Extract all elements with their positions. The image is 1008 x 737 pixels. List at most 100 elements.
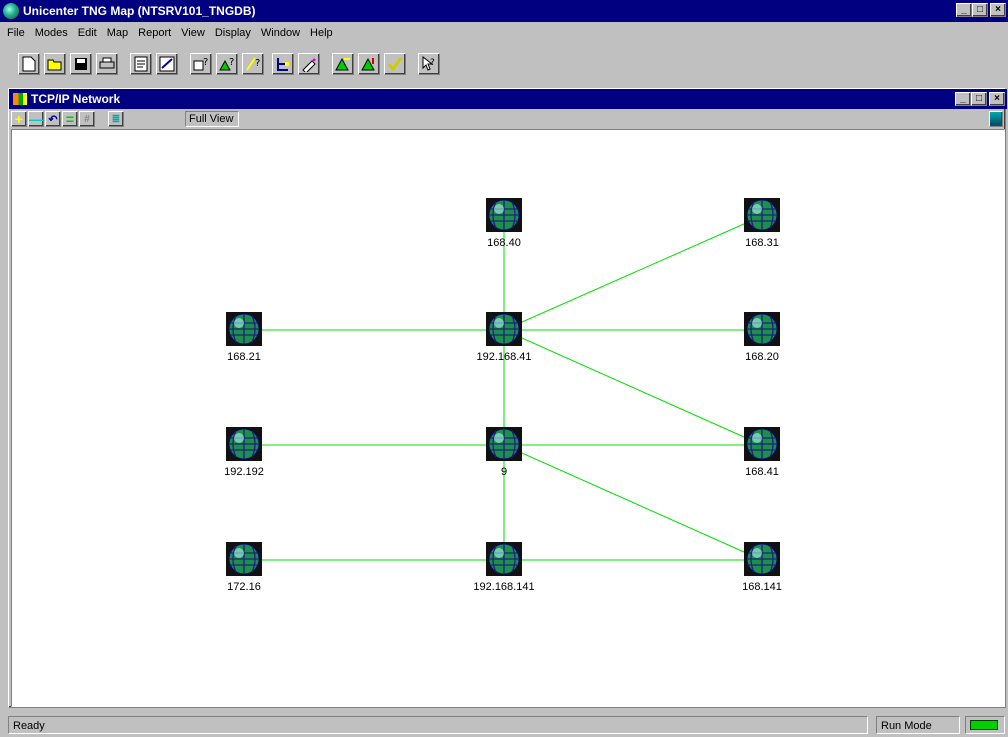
- network-node[interactable]: 168.20: [712, 312, 812, 363]
- network-node[interactable]: 192.168.41: [454, 312, 554, 363]
- query-class-icon: ?: [193, 57, 208, 71]
- network-node[interactable]: 168.21: [194, 312, 294, 363]
- status-bar: Ready Run Mode: [0, 714, 1008, 737]
- tree-icon: [277, 58, 289, 71]
- print-button[interactable]: [96, 53, 118, 75]
- globe-icon: [226, 312, 262, 346]
- zoom-in-icon: +: [14, 111, 24, 127]
- network-node[interactable]: 9: [454, 427, 554, 478]
- svg-text:?: ?: [203, 57, 208, 68]
- tcpip-network-window: TCP/IP Network _ □ × + — ↶ = # ≣ Full Vi…: [8, 88, 1007, 708]
- zoom-out-button[interactable]: —: [28, 111, 44, 127]
- check-button[interactable]: [384, 53, 406, 75]
- menu-help[interactable]: Help: [305, 23, 338, 43]
- network-window-icon: [13, 93, 27, 105]
- grid-button[interactable]: #: [79, 111, 95, 127]
- main-toolbar: ? ? ? ?: [0, 43, 1008, 121]
- child-maximize-button[interactable]: □: [971, 92, 987, 106]
- status-mode: Run Mode: [876, 716, 960, 734]
- network-node-label: 168.21: [227, 351, 261, 363]
- globe-icon: [486, 312, 522, 346]
- status-indicator: [965, 716, 1005, 734]
- query-status-icon: ?: [219, 57, 234, 71]
- equal-icon: =: [65, 111, 75, 127]
- new-button[interactable]: [18, 53, 40, 75]
- menu-map[interactable]: Map: [102, 23, 133, 43]
- network-node[interactable]: 172.16: [194, 542, 294, 593]
- minimize-button[interactable]: _: [956, 3, 972, 17]
- query-status-button[interactable]: ?: [216, 53, 238, 75]
- zoom-in-button[interactable]: +: [11, 111, 27, 127]
- alarm-green-icon: [335, 57, 350, 71]
- network-node-label: 168.20: [745, 351, 779, 363]
- network-node-label: 192.168.141: [473, 581, 535, 593]
- network-node[interactable]: 168.31: [712, 198, 812, 249]
- menu-report[interactable]: Report: [133, 23, 176, 43]
- network-node[interactable]: 168.40: [454, 198, 554, 249]
- status-indicator-light: [970, 720, 998, 730]
- paint-icon: [302, 58, 316, 72]
- new-icon: [22, 56, 36, 72]
- svg-text:?: ?: [255, 58, 260, 69]
- child-close-button[interactable]: ×: [989, 92, 1005, 106]
- globe-icon: [744, 427, 780, 461]
- globe-icon: [486, 427, 522, 461]
- full-view-field[interactable]: Full View: [185, 111, 239, 127]
- app-title-bar[interactable]: Unicenter TNG Map (NTSRV101_TNGDB) _ □ ×: [0, 0, 1008, 22]
- menu-file[interactable]: File: [2, 23, 30, 43]
- svg-text:?: ?: [430, 58, 435, 68]
- network-node[interactable]: 192.168.141: [454, 542, 554, 593]
- menu-view[interactable]: View: [176, 23, 210, 43]
- grid-icon: #: [84, 113, 90, 125]
- menu-modes[interactable]: Modes: [30, 23, 73, 43]
- network-node-label: 192.168.41: [476, 351, 532, 363]
- save-button[interactable]: [70, 53, 92, 75]
- globe-icon: [226, 427, 262, 461]
- network-node[interactable]: 192.192: [194, 427, 294, 478]
- paint-button[interactable]: [298, 53, 320, 75]
- save-icon: [75, 58, 87, 70]
- unicenter-globe-icon: [3, 3, 19, 19]
- globe-icon: [744, 198, 780, 232]
- network-map-canvas[interactable]: 168.40 168.31 168.21 192.168.41 168.20 192.19…: [11, 129, 1005, 707]
- network-node-label: 9: [500, 466, 508, 478]
- network-node-label: 192.192: [224, 466, 264, 478]
- child-title-bar[interactable]: TCP/IP Network _ □ ×: [9, 89, 1007, 109]
- edit-button[interactable]: [156, 53, 178, 75]
- alarm-up-icon: [361, 57, 375, 71]
- child-toolbar: + — ↶ = # ≣ Full View: [9, 110, 1007, 128]
- tree-button[interactable]: [272, 53, 294, 75]
- open-button[interactable]: [44, 53, 66, 75]
- menu-display[interactable]: Display: [210, 23, 256, 43]
- list-button[interactable]: ≣: [108, 111, 124, 127]
- menu-edit[interactable]: Edit: [73, 23, 102, 43]
- alarm-up-button[interactable]: [358, 53, 380, 75]
- close-button[interactable]: ×: [990, 3, 1006, 17]
- overview-button[interactable]: [989, 111, 1003, 127]
- check-icon: [387, 57, 403, 72]
- maximize-button[interactable]: □: [972, 3, 988, 17]
- print-icon: [99, 57, 115, 69]
- zoom-out-icon: —: [29, 111, 43, 127]
- globe-icon: [744, 542, 780, 576]
- network-node-label: 168.31: [745, 237, 779, 249]
- svg-text:?: ?: [229, 57, 234, 68]
- undo-icon: ↶: [48, 113, 58, 126]
- globe-icon: [226, 542, 262, 576]
- app-title: Unicenter TNG Map (NTSRV101_TNGDB): [23, 4, 256, 18]
- query-line-button[interactable]: ?: [242, 53, 264, 75]
- query-line-icon: ?: [246, 57, 260, 71]
- query-class-button[interactable]: ?: [190, 53, 212, 75]
- globe-icon: [486, 198, 522, 232]
- alarm-green-button[interactable]: [332, 53, 354, 75]
- properties-button[interactable]: [130, 53, 152, 75]
- network-node-label: 172.16: [227, 581, 261, 593]
- undo-button[interactable]: ↶: [45, 111, 61, 127]
- child-minimize-button[interactable]: _: [955, 92, 971, 106]
- child-title: TCP/IP Network: [31, 92, 121, 106]
- menu-window[interactable]: Window: [256, 23, 305, 43]
- whats-this-button[interactable]: ?: [418, 53, 440, 75]
- equal-button[interactable]: =: [62, 111, 78, 127]
- network-node[interactable]: 168.141: [712, 542, 812, 593]
- network-node[interactable]: 168.41: [712, 427, 812, 478]
